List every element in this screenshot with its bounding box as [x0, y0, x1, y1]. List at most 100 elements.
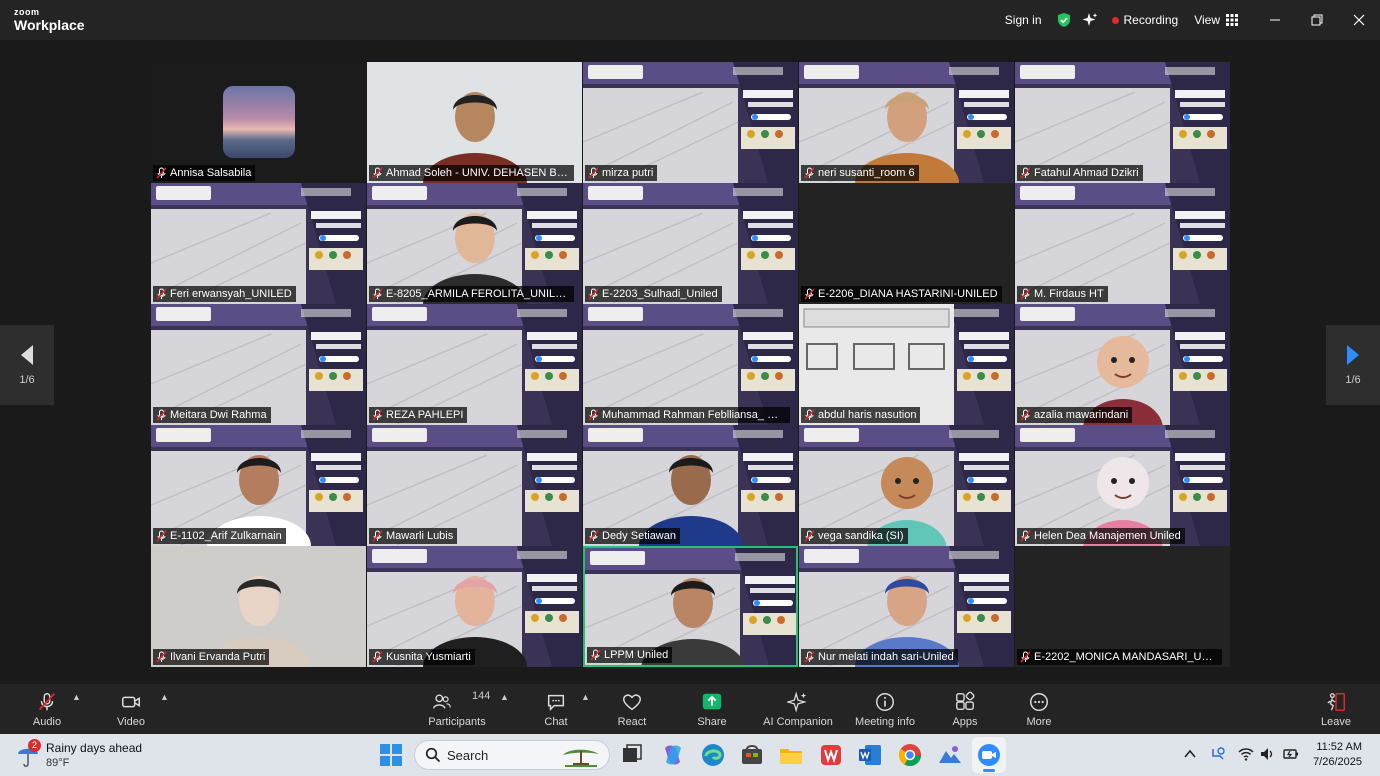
shield-check-icon[interactable] [1056, 12, 1072, 28]
participant-tile[interactable]: E-2206_DIANA HASTARINI-UNILED [799, 183, 1014, 304]
tray-chevron-up-icon[interactable] [1182, 746, 1198, 762]
video-button[interactable]: Video [112, 684, 150, 734]
taskbar-search[interactable]: Search [414, 740, 610, 770]
react-button[interactable]: React [614, 684, 650, 734]
share-label: Share [697, 715, 727, 728]
leave-button[interactable]: Leave [1318, 684, 1354, 734]
mic-muted-icon [588, 288, 599, 300]
ai-sparkle-icon[interactable] [1082, 12, 1098, 28]
battery-charging-icon[interactable] [1283, 746, 1299, 762]
wps-office-icon[interactable] [818, 742, 844, 768]
participant-tile[interactable]: Annisa Salsabila [151, 62, 366, 183]
participant-name: Ahmad Soleh - UNIV. DEHASEN BEN... [386, 167, 574, 179]
more-label: More [1026, 715, 1052, 728]
wifi-icon[interactable] [1238, 746, 1254, 762]
participant-tile[interactable]: E-1102_Arif Zulkarnain [151, 425, 366, 546]
recording-indicator[interactable]: Recording [1111, 13, 1178, 27]
apps-button[interactable]: Apps [948, 684, 982, 734]
mic-muted-icon [1020, 288, 1031, 300]
participant-tile[interactable]: Meitara Dwi Rahma [151, 304, 366, 425]
participant-tile[interactable]: M. Firdaus HT [1015, 183, 1230, 304]
chat-options-caret[interactable]: ▲ [581, 692, 590, 702]
participant-name-label: Ahmad Soleh - UNIV. DEHASEN BEN... [369, 165, 574, 181]
mic-muted-icon [1020, 651, 1031, 663]
store-icon[interactable] [739, 742, 765, 768]
participant-tile[interactable]: abdul haris nasution [799, 304, 1014, 425]
close-button[interactable] [1338, 0, 1380, 40]
participant-tile[interactable]: Fatahul Ahmad Dzikri [1015, 62, 1230, 183]
chat-label: Chat [544, 715, 568, 728]
next-page-button[interactable]: 1/6 [1326, 325, 1380, 405]
edge-browser-icon[interactable] [700, 742, 726, 768]
audio-options-caret[interactable]: ▲ [72, 692, 81, 702]
audio-button[interactable]: Audio [28, 684, 66, 734]
search-placeholder: Search [447, 748, 489, 763]
participant-tile[interactable]: Helen Dea Manajemen Uniled [1015, 425, 1230, 546]
participant-tile[interactable]: Muhammad Rahman Feblliansa_ Univ... [583, 304, 798, 425]
participant-tile[interactable]: mirza putri [583, 62, 798, 183]
participant-tile[interactable]: neri susanti_room 6 [799, 62, 1014, 183]
mic-muted-icon [156, 167, 167, 179]
windows-start-icon[interactable] [378, 742, 404, 768]
participant-tile[interactable]: E-8205_ARMILA FEROLITA_UNILED [367, 183, 582, 304]
participant-name-label: Fatahul Ahmad Dzikri [1017, 165, 1143, 181]
mic-muted-icon [588, 530, 599, 542]
participant-name: E-2206_DIANA HASTARINI-UNILED [818, 288, 998, 300]
participant-name: Mawarli Lubis [386, 530, 454, 542]
copilot-icon[interactable] [660, 742, 686, 768]
ai-companion-button[interactable]: AI Companion [762, 684, 834, 734]
zoom-taskbar-item[interactable] [972, 737, 1006, 773]
share-button[interactable]: Share [694, 684, 730, 734]
chat-button[interactable]: Chat [540, 684, 572, 734]
react-label: React [617, 715, 647, 728]
participant-name-label: Dedy Setiawan [585, 528, 680, 544]
participant-name-label: E-2206_DIANA HASTARINI-UNILED [801, 286, 1002, 302]
participant-tile[interactable]: vega sandika (SI) [799, 425, 1014, 546]
participant-name: Annisa Salsabila [170, 167, 252, 179]
video-options-caret[interactable]: ▲ [160, 692, 169, 702]
mic-muted-icon [588, 409, 599, 421]
participant-tile[interactable]: Feri erwansyah_UNILED [151, 183, 366, 304]
word-icon[interactable] [857, 742, 883, 768]
participant-tile[interactable]: Dedy Setiawan [583, 425, 798, 546]
task-view-icon[interactable] [619, 742, 645, 768]
language-icon[interactable] [1210, 746, 1226, 762]
weather-widget[interactable]: 2 Rainy days ahead 89°F [14, 739, 154, 771]
mic-muted-icon [1020, 409, 1031, 421]
participant-tile[interactable]: Ahmad Soleh - UNIV. DEHASEN BEN... [367, 62, 582, 183]
participant-tile[interactable]: Mawarli Lubis [367, 425, 582, 546]
participant-name-label: Annisa Salsabila [153, 165, 256, 181]
participants-options-caret[interactable]: ▲ [500, 692, 509, 702]
chevron-left-icon [21, 345, 33, 365]
participant-name-label: abdul haris nasution [801, 407, 921, 423]
participant-tile[interactable]: LPPM Uniled [583, 546, 798, 667]
heart-icon [623, 693, 641, 710]
more-button[interactable]: More [1022, 684, 1056, 734]
participant-tile[interactable]: Ilvani Ervanda Putri [151, 546, 366, 667]
participant-name: Meitara Dwi Rahma [170, 409, 267, 421]
participant-tile[interactable]: REZA PAHLEPI [367, 304, 582, 425]
view-button[interactable]: View [1194, 13, 1238, 27]
restore-button[interactable] [1296, 0, 1338, 40]
minimize-icon [1270, 19, 1280, 21]
file-explorer-icon[interactable] [778, 742, 804, 768]
participant-tile[interactable]: E-2203_Sulhadi_Uniled [583, 183, 798, 304]
participant-name: E-2202_MONICA MANDASARI_UNIL... [1034, 651, 1222, 663]
sign-in-button[interactable]: Sign in [1005, 13, 1042, 27]
participant-tile[interactable]: azalia mawarindani [1015, 304, 1230, 425]
participant-tile[interactable]: Kusnita Yusmiarti [367, 546, 582, 667]
windows-taskbar: 2 Rainy days ahead 89°F Search 11:52 AM … [0, 734, 1380, 776]
participant-tile[interactable]: E-2202_MONICA MANDASARI_UNIL... [1015, 546, 1230, 667]
chrome-icon[interactable] [897, 742, 923, 768]
participant-tile[interactable]: Nur melati indah sari-Uniled [799, 546, 1014, 667]
mic-muted-icon [156, 288, 167, 300]
minimize-button[interactable] [1254, 0, 1296, 40]
participant-name: REZA PAHLEPI [386, 409, 464, 421]
meeting-info-button[interactable]: Meeting info [852, 684, 918, 734]
speaker-icon[interactable] [1259, 746, 1275, 762]
previous-page-button[interactable]: 1/6 [0, 325, 54, 405]
photos-icon[interactable] [937, 742, 963, 768]
search-highlight-tree-icon [563, 749, 599, 767]
clock-time: 11:52 AM [1316, 741, 1362, 753]
system-clock[interactable]: 11:52 AM 7/26/2025 [1313, 740, 1362, 770]
